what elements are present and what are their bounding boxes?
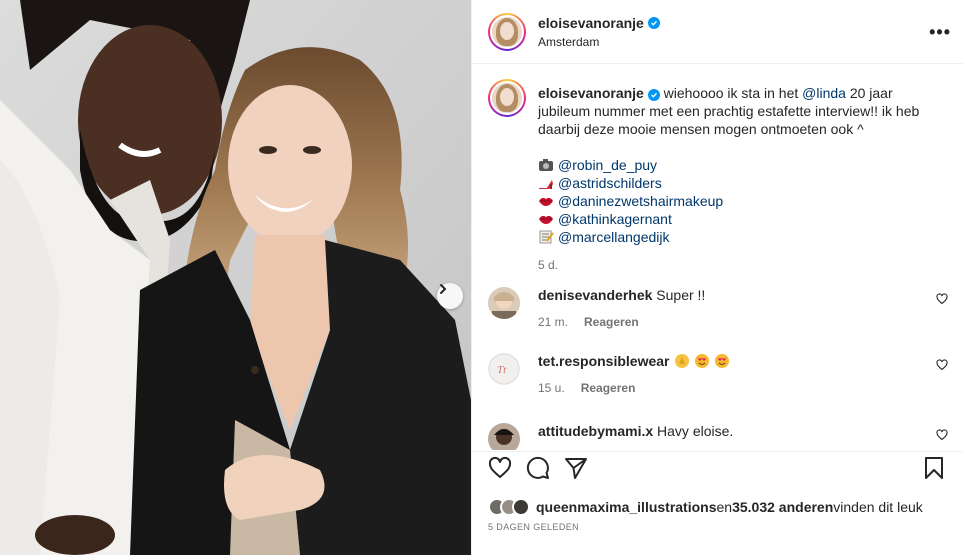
commenter-avatar[interactable] <box>488 287 520 319</box>
likes-middle-text: en <box>716 499 733 515</box>
commenter-username[interactable]: attitudebymami.x <box>538 423 653 439</box>
share-button[interactable] <box>564 456 588 483</box>
author-avatar[interactable] <box>488 12 526 51</box>
post-location[interactable]: Amsterdam <box>538 35 660 49</box>
like-comment-heart-icon[interactable] <box>936 359 948 371</box>
post-photo[interactable] <box>0 0 471 555</box>
camera-emoji-icon <box>539 159 553 171</box>
likes-count[interactable]: 35.032 anderen <box>732 499 833 515</box>
comment-time: 21 m. <box>538 315 569 329</box>
liker-avatars[interactable] <box>488 498 530 516</box>
heart-eyes-emoji-icon <box>714 354 729 368</box>
heart-icon <box>488 456 512 478</box>
next-photo-button[interactable] <box>437 283 463 309</box>
caption-username[interactable]: eloisevanoranje <box>538 85 644 101</box>
high-heel-emoji-icon <box>539 180 553 189</box>
post-header: eloisevanoranje Amsterdam ••• <box>472 0 963 64</box>
caption-mention-linda[interactable]: @linda <box>802 85 846 101</box>
tag-row: @robin_de_puy <box>538 156 938 174</box>
chevron-right-icon <box>440 284 447 294</box>
reply-button[interactable]: Reageren <box>581 381 636 395</box>
heart-eyes-emoji-icon <box>694 354 709 368</box>
caption-author-avatar[interactable] <box>488 79 526 117</box>
bookmark-icon <box>925 457 943 479</box>
comment-button[interactable] <box>526 456 550 483</box>
liker-username[interactable]: queenmaxima_illustrations <box>536 499 717 515</box>
post-date: 5 DAGEN GELEDEN <box>488 522 580 532</box>
likes-summary: queenmaxima_illustrations en 35.032 ande… <box>488 498 923 516</box>
tag-row: @astridschilders <box>538 174 938 192</box>
commenter-username[interactable]: tet.responsiblewear <box>538 353 670 369</box>
likes-suffix-text: vinden dit leuk <box>833 499 923 515</box>
more-options-icon[interactable]: ••• <box>929 22 951 43</box>
save-button[interactable] <box>923 456 945 483</box>
post-modal: eloisevanoranje Amsterdam ••• eloisevano… <box>0 0 963 555</box>
commenter-username[interactable]: denisevanderhek <box>538 287 652 303</box>
post-caption: eloisevanoranje wiehoooo ik sta in het @… <box>472 65 963 274</box>
author-username[interactable]: eloisevanoranje <box>538 15 644 31</box>
commenter-avatar[interactable] <box>488 423 520 450</box>
comment-item: attitudebymami.x Havy eloise. <box>488 423 948 450</box>
photo-illustration <box>0 0 471 555</box>
comment-bubble-icon <box>526 456 549 479</box>
lips-emoji-icon <box>539 215 553 224</box>
like-button[interactable] <box>488 456 512 483</box>
reply-button[interactable]: Reageren <box>584 315 639 329</box>
tag-handle[interactable]: @astridschilders <box>558 174 662 192</box>
post-actions: queenmaxima_illustrations en 35.032 ande… <box>472 451 963 555</box>
comments-section: eloisevanoranje wiehoooo ik sta in het @… <box>472 65 963 450</box>
clap-emoji-icon <box>674 354 689 368</box>
comment-item: denisevanderhek Super !! 21 m. Reageren <box>488 287 948 329</box>
tag-handle[interactable]: @marcellangedijk <box>558 228 669 246</box>
tag-row: @daninezwetshairmakeup <box>538 192 938 210</box>
tag-list: @robin_de_puy @astridschilders @daninezw… <box>538 156 938 246</box>
tag-handle[interactable]: @robin_de_puy <box>558 156 657 174</box>
commenter-avatar[interactable]: Tt <box>488 353 520 385</box>
caption-time: 5 d. <box>538 258 559 272</box>
memo-emoji-icon <box>539 230 554 244</box>
tag-row: @kathinkagernant <box>538 210 938 228</box>
tag-handle[interactable]: @daninezwetshairmakeup <box>558 192 723 210</box>
comment-text: Havy eloise. <box>657 423 734 439</box>
lips-emoji-icon <box>539 197 553 206</box>
tag-row: @marcellangedijk <box>538 228 938 246</box>
svg-text:Tt: Tt <box>497 364 507 376</box>
post-details-panel: eloisevanoranje Amsterdam ••• eloisevano… <box>471 0 963 555</box>
comment-time: 15 u. <box>538 381 565 395</box>
comment-text: Super !! <box>656 287 706 303</box>
verified-badge-icon <box>647 89 660 101</box>
comment-item: Tt tet.responsiblewear 15 u. Reageren <box>488 353 948 395</box>
paper-plane-icon <box>565 458 587 479</box>
like-comment-heart-icon[interactable] <box>936 293 948 305</box>
caption-text-part1: wiehoooo ik sta in het <box>659 85 803 101</box>
verified-badge-icon <box>647 16 660 29</box>
like-comment-heart-icon[interactable] <box>936 429 948 441</box>
tag-handle[interactable]: @kathinkagernant <box>558 210 672 228</box>
